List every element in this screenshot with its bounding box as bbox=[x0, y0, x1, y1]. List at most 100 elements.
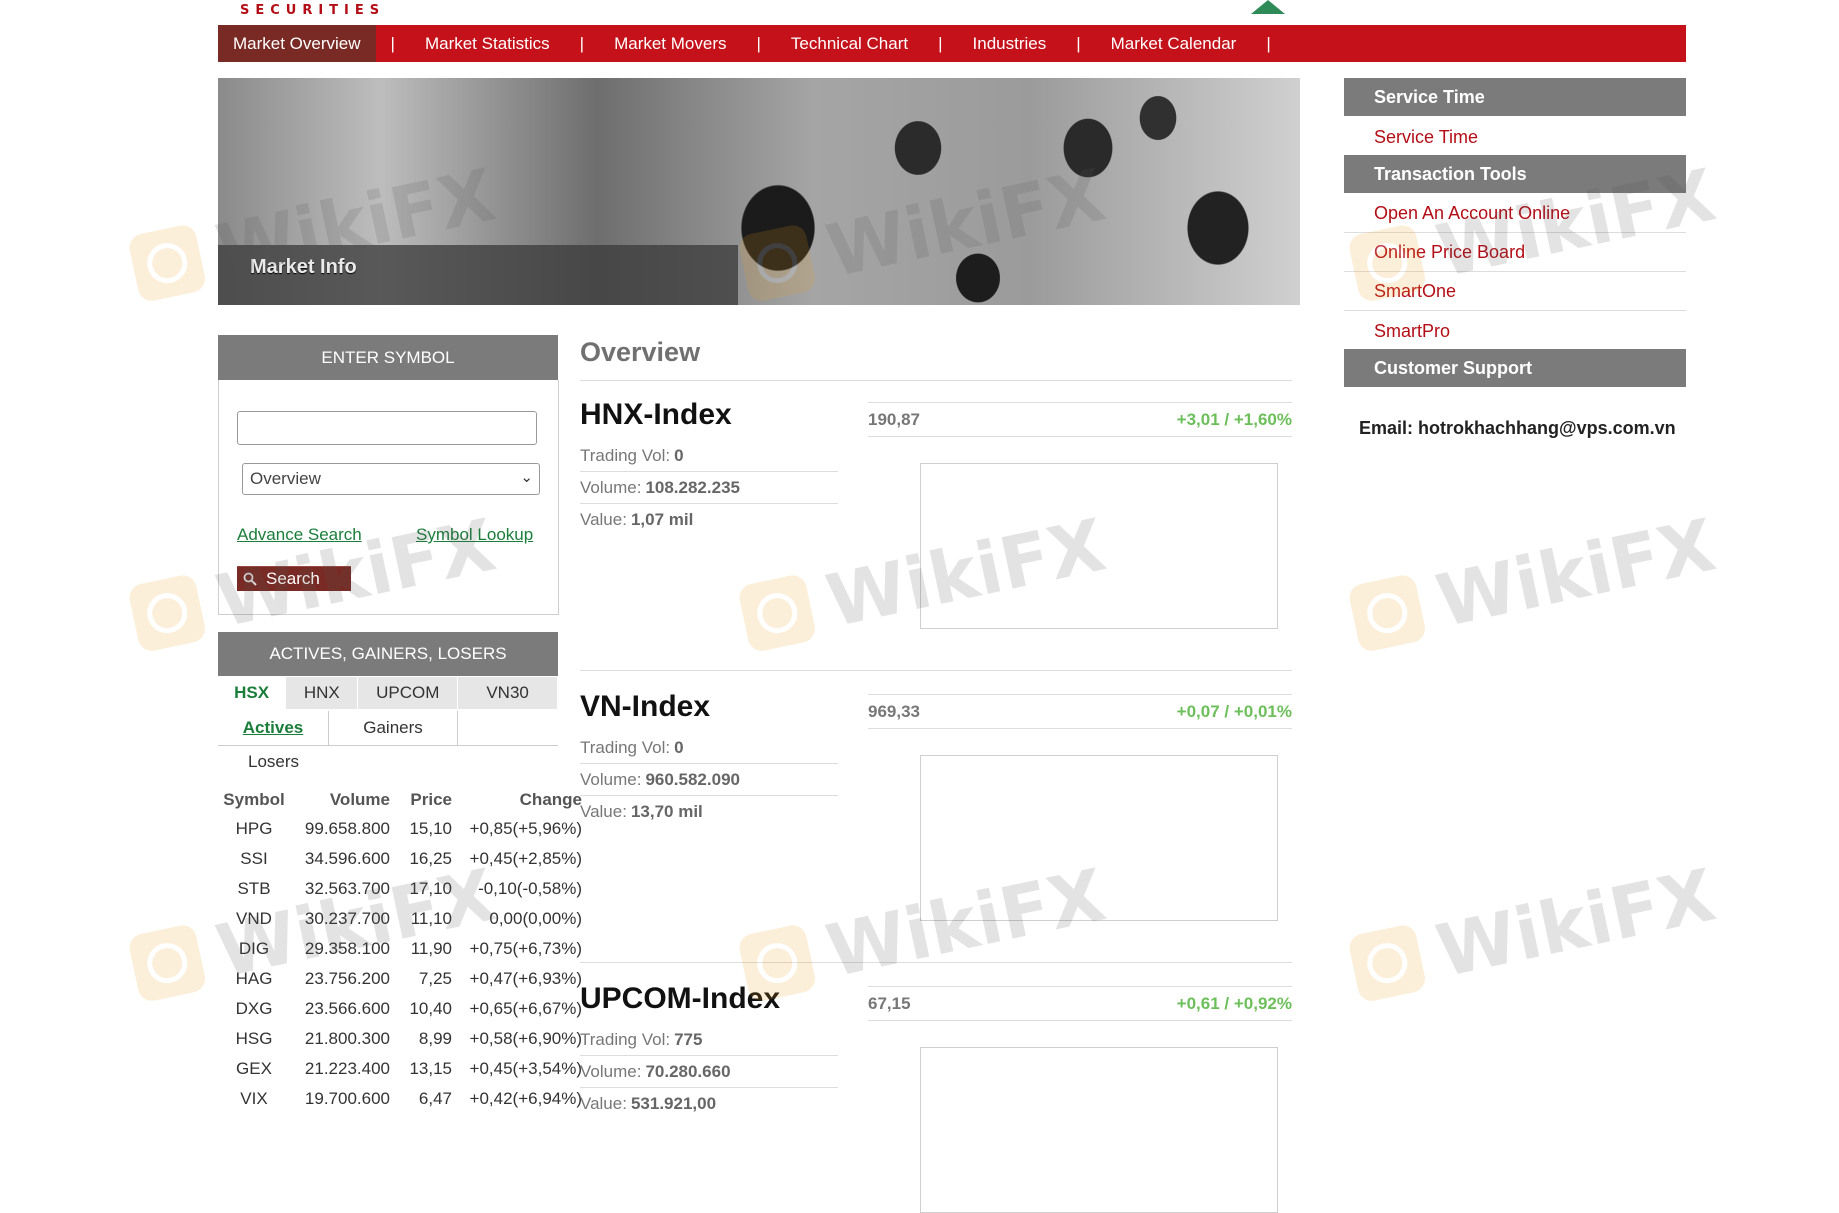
index-value: 969,33 bbox=[868, 701, 920, 721]
smartone-link[interactable]: SmartOne bbox=[1344, 273, 1686, 311]
overview-title: Overview bbox=[580, 337, 701, 367]
col-price: Price bbox=[410, 790, 452, 809]
trading-vol-label: Trading Vol: bbox=[580, 737, 671, 757]
watermark-logo-icon bbox=[1346, 922, 1428, 1004]
smartpro-link[interactable]: SmartPro bbox=[1344, 312, 1686, 350]
row-symbol[interactable]: DIG bbox=[218, 934, 290, 964]
tab-vn30[interactable]: VN30 bbox=[458, 677, 559, 709]
volume-value: 70.280.660 bbox=[645, 1061, 731, 1081]
row-volume: 19.700.600 bbox=[304, 1089, 390, 1108]
volume-row: Volume: 960.582.090 bbox=[580, 764, 838, 796]
value-row: Value: 13,70 mil bbox=[580, 796, 838, 828]
row-price: 11,90 bbox=[410, 939, 452, 958]
trading-vol-label: Trading Vol: bbox=[580, 445, 671, 465]
row-change: +0,45(+3,54%) bbox=[469, 1059, 582, 1078]
table-row[interactable]: HAG 23.756.200 7,25 +0,47(+6,93%) bbox=[218, 964, 582, 994]
row-symbol[interactable]: HAG bbox=[218, 964, 290, 994]
open-account-link[interactable]: Open An Account Online bbox=[1344, 195, 1686, 233]
customer-support-header: Customer Support bbox=[1344, 349, 1686, 387]
table-row[interactable]: VIX 19.700.600 6,47 +0,42(+6,94%) bbox=[218, 1084, 582, 1114]
trading-vol-row: Trading Vol: 775 bbox=[580, 1024, 838, 1056]
table-row[interactable]: VND 30.237.700 11,10 0,00(0,00%) bbox=[218, 904, 582, 934]
email-address[interactable]: hotrokhachhang@vps.com.vn bbox=[1418, 418, 1676, 438]
volume-row: Volume: 108.282.235 bbox=[580, 472, 838, 504]
nav-market-calendar[interactable]: Market Calendar bbox=[1096, 25, 1252, 62]
index-chart-placeholder bbox=[920, 755, 1278, 921]
watermark-logo-icon bbox=[126, 222, 208, 304]
nav-market-overview[interactable]: Market Overview bbox=[218, 25, 376, 62]
trading-vol-label: Trading Vol: bbox=[580, 1029, 671, 1049]
col-symbol: Symbol bbox=[223, 790, 285, 809]
brand-name: SECURITIES bbox=[240, 3, 386, 18]
table-row[interactable]: STB 32.563.700 17,10 -0,10(-0,58%) bbox=[218, 874, 582, 904]
row-symbol[interactable]: DXG bbox=[218, 994, 290, 1024]
nav-technical-chart[interactable]: Technical Chart bbox=[776, 25, 923, 62]
nav-market-movers[interactable]: Market Movers bbox=[599, 25, 741, 62]
table-row[interactable]: SSI 34.596.600 16,25 +0,45(+2,85%) bbox=[218, 844, 582, 874]
index-change: +0,61 / +0,92% bbox=[1176, 993, 1292, 1013]
volume-value: 960.582.090 bbox=[645, 769, 740, 789]
col-volume: Volume bbox=[329, 790, 390, 809]
row-price: 15,10 bbox=[409, 819, 452, 838]
table-row[interactable]: DXG 23.566.600 10,40 +0,65(+6,67%) bbox=[218, 994, 582, 1024]
banner-label: Market Info bbox=[250, 256, 357, 278]
nav-industries[interactable]: Industries bbox=[958, 25, 1062, 62]
watermark-text: WikiFX bbox=[1429, 502, 1723, 644]
advance-search-link[interactable]: Advance Search bbox=[237, 525, 362, 545]
row-price: 6,47 bbox=[418, 1089, 452, 1108]
movers-header: ACTIVES, GAINERS, LOSERS bbox=[218, 632, 558, 676]
row-volume: 23.756.200 bbox=[304, 969, 390, 988]
support-email: Email: hotrokhachhang@vps.com.vn bbox=[1359, 418, 1676, 439]
tab-hnx[interactable]: HNX bbox=[286, 677, 359, 709]
row-price: 7,25 bbox=[418, 969, 452, 988]
row-symbol[interactable]: STB bbox=[218, 874, 290, 904]
index-chart-placeholder bbox=[920, 1047, 1278, 1213]
view-select[interactable]: Overview ⌄ bbox=[242, 463, 540, 495]
value-amount: 1,07 mil bbox=[630, 510, 694, 529]
symbol-input[interactable] bbox=[237, 411, 537, 445]
volume-value: 108.282.235 bbox=[645, 477, 740, 497]
table-row[interactable]: HPG 99.658.800 15,10 +0,85(+5,96%) bbox=[218, 814, 582, 844]
row-price: 13,15 bbox=[409, 1059, 452, 1078]
row-symbol[interactable]: HPG bbox=[218, 814, 290, 844]
search-icon bbox=[243, 572, 257, 586]
tab-actives[interactable]: Actives bbox=[218, 711, 329, 745]
row-volume: 21.223.400 bbox=[304, 1059, 390, 1078]
search-button[interactable]: Search bbox=[237, 566, 351, 591]
tab-losers[interactable]: Losers bbox=[248, 752, 299, 772]
value-row: Value: 1,07 mil bbox=[580, 504, 838, 536]
row-symbol[interactable]: GEX bbox=[218, 1054, 290, 1084]
row-symbol[interactable]: VND bbox=[218, 904, 290, 934]
tab-upcom[interactable]: UPCOM bbox=[358, 677, 459, 709]
col-change: Change bbox=[519, 790, 582, 809]
watermark-logo-icon bbox=[126, 572, 208, 654]
value-label: Value: bbox=[580, 802, 627, 821]
row-price: 17,10 bbox=[409, 879, 452, 898]
symbol-lookup-link[interactable]: Symbol Lookup bbox=[416, 525, 533, 545]
nav-market-statistics[interactable]: Market Statistics bbox=[410, 25, 565, 62]
service-time-link[interactable]: Service Time bbox=[1344, 118, 1686, 156]
volume-label: Volume: bbox=[580, 769, 642, 789]
value-amount: 531.921,00 bbox=[630, 1094, 717, 1113]
row-symbol[interactable]: SSI bbox=[218, 844, 290, 874]
table-row[interactable]: DIG 29.358.100 11,90 +0,75(+6,73%) bbox=[218, 934, 582, 964]
tab-hsx[interactable]: HSX bbox=[218, 677, 287, 709]
index-value: 190,87 bbox=[868, 409, 920, 429]
nav-separator: | bbox=[579, 33, 585, 53]
tab-gainers[interactable]: Gainers bbox=[329, 711, 458, 745]
table-row[interactable]: HSG 21.800.300 8,99 +0,58(+6,90%) bbox=[218, 1024, 582, 1054]
online-price-board-link[interactable]: Online Price Board bbox=[1344, 234, 1686, 272]
row-symbol[interactable]: HSG bbox=[218, 1024, 290, 1054]
watermark-text: WikiFX bbox=[1429, 852, 1723, 994]
divider bbox=[580, 962, 1292, 963]
index-summary-bar: 67,15 +0,61 / +0,92% bbox=[868, 986, 1292, 1021]
trading-vol-value: 0 bbox=[674, 737, 684, 757]
watermark: WikiFX bbox=[1345, 503, 1722, 662]
search-button-label: Search bbox=[266, 569, 320, 588]
watermark-logo-icon bbox=[126, 922, 208, 1004]
trading-vol-row: Trading Vol: 0 bbox=[580, 732, 838, 764]
row-symbol[interactable]: VIX bbox=[218, 1084, 290, 1114]
brand-logo-triangle-icon bbox=[1251, 0, 1285, 14]
row-price: 8,99 bbox=[418, 1029, 452, 1048]
table-row[interactable]: GEX 21.223.400 13,15 +0,45(+3,54%) bbox=[218, 1054, 582, 1084]
